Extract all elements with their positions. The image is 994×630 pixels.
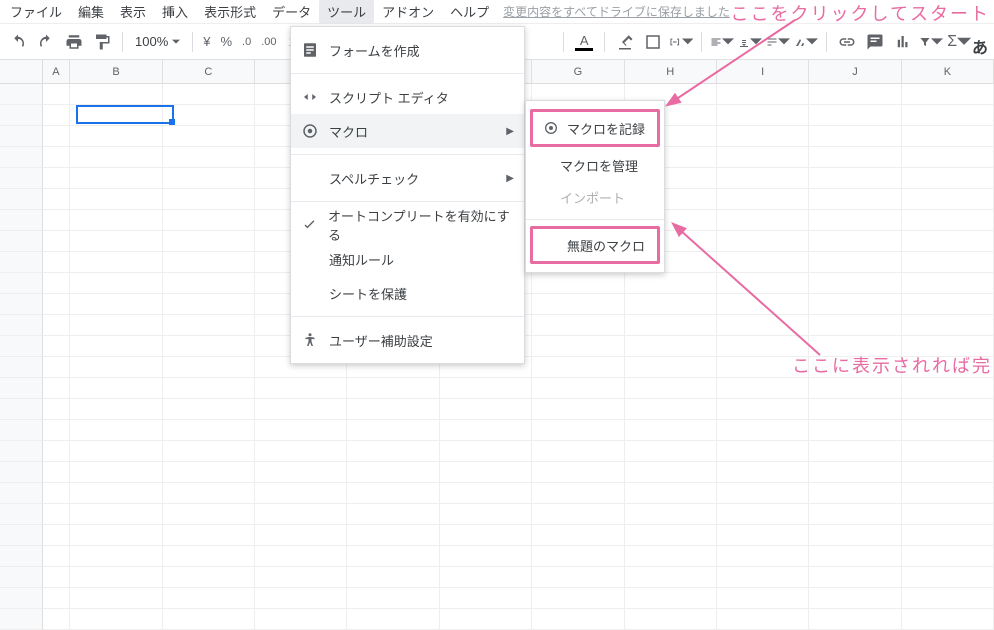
menu-format[interactable]: 表示形式 [196,0,264,24]
filter-button[interactable] [919,30,943,54]
currency-button[interactable]: ¥ [201,30,212,54]
menu-script-editor[interactable]: スクリプト エディタ [291,80,524,114]
menu-autocomplete[interactable]: オートコンプリートを有効にする [291,208,524,242]
rotate-button[interactable] [794,30,818,54]
menu-help[interactable]: ヘルプ [442,0,497,24]
functions-button[interactable]: Σ [947,30,971,54]
col-K[interactable]: K [902,60,994,83]
menu-accessibility[interactable]: ユーザー補助設定 [291,323,524,357]
menu-protect-sheet[interactable]: シートを保護 [291,276,524,310]
form-icon [301,41,319,59]
record-icon [301,122,319,140]
increase-decimal-button[interactable]: .00 [259,30,278,54]
select-all-corner[interactable] [0,60,43,83]
comment-button[interactable] [863,30,887,54]
script-icon [301,88,319,106]
submenu-arrow-icon: ▶ [506,173,514,184]
submenu-arrow-icon: ▶ [506,126,514,137]
merge-button[interactable] [669,30,693,54]
menu-notification-rules[interactable]: 通知ルール [291,242,524,276]
col-H[interactable]: H [625,60,717,83]
undo-button[interactable] [6,30,30,54]
menu-create-form[interactable]: フォームを作成 [291,33,524,67]
menu-tools[interactable]: ツール [319,0,374,24]
fill-color-button[interactable] [613,30,637,54]
decrease-decimal-button[interactable]: .0 [240,30,253,54]
submenu-import: インポート [526,181,664,213]
link-button[interactable] [835,30,859,54]
percent-button[interactable]: % [218,30,234,54]
menu-file[interactable]: ファイル [2,0,70,24]
paint-format-button[interactable] [90,30,114,54]
col-C[interactable]: C [163,60,255,83]
text-color-button[interactable]: A [572,30,596,54]
menu-addons[interactable]: アドオン [374,0,442,24]
menu-data[interactable]: データ [264,0,319,24]
col-G[interactable]: G [532,60,624,83]
record-icon [543,120,559,136]
accessibility-icon [301,331,319,349]
wrap-button[interactable] [766,30,790,54]
ime-indicator: あ [972,34,988,58]
menu-spellcheck[interactable]: スペルチェック ▶ [291,161,524,195]
chart-button[interactable] [891,30,915,54]
submenu-manage-macros[interactable]: マクロを管理 [526,149,664,181]
menu-edit[interactable]: 編集 [70,0,112,24]
highlight-untitled-macro: 無題のマクロ [530,226,660,264]
zoom-select[interactable]: 100% [131,34,184,49]
col-I[interactable]: I [717,60,809,83]
menu-macro[interactable]: マクロ ▶ [291,114,524,148]
annotation-top: ここをクリックしてスタート [731,0,990,26]
borders-button[interactable] [641,30,665,54]
menu-view[interactable]: 表示 [112,0,154,24]
check-icon [301,216,318,234]
menu-insert[interactable]: 挿入 [154,0,196,24]
col-A[interactable]: A [43,60,71,83]
annotation-bottom: ここに表示されれば完 [792,352,992,378]
redo-button[interactable] [34,30,58,54]
h-align-button[interactable] [710,30,734,54]
macro-submenu: マクロを記録 マクロを管理 インポート 無題のマクロ [525,100,665,273]
save-status: 変更内容をすべてドライブに保存しました [503,3,730,20]
v-align-button[interactable] [738,30,762,54]
print-button[interactable] [62,30,86,54]
col-J[interactable]: J [809,60,901,83]
tools-dropdown: フォームを作成 スクリプト エディタ マクロ ▶ スペルチェック ▶ オートコン… [290,26,525,364]
submenu-untitled-macro[interactable]: 無題のマクロ [533,229,657,261]
submenu-record-macro[interactable]: マクロを記録 [533,112,657,144]
highlight-record-macro: マクロを記録 [530,109,660,147]
col-B[interactable]: B [70,60,162,83]
